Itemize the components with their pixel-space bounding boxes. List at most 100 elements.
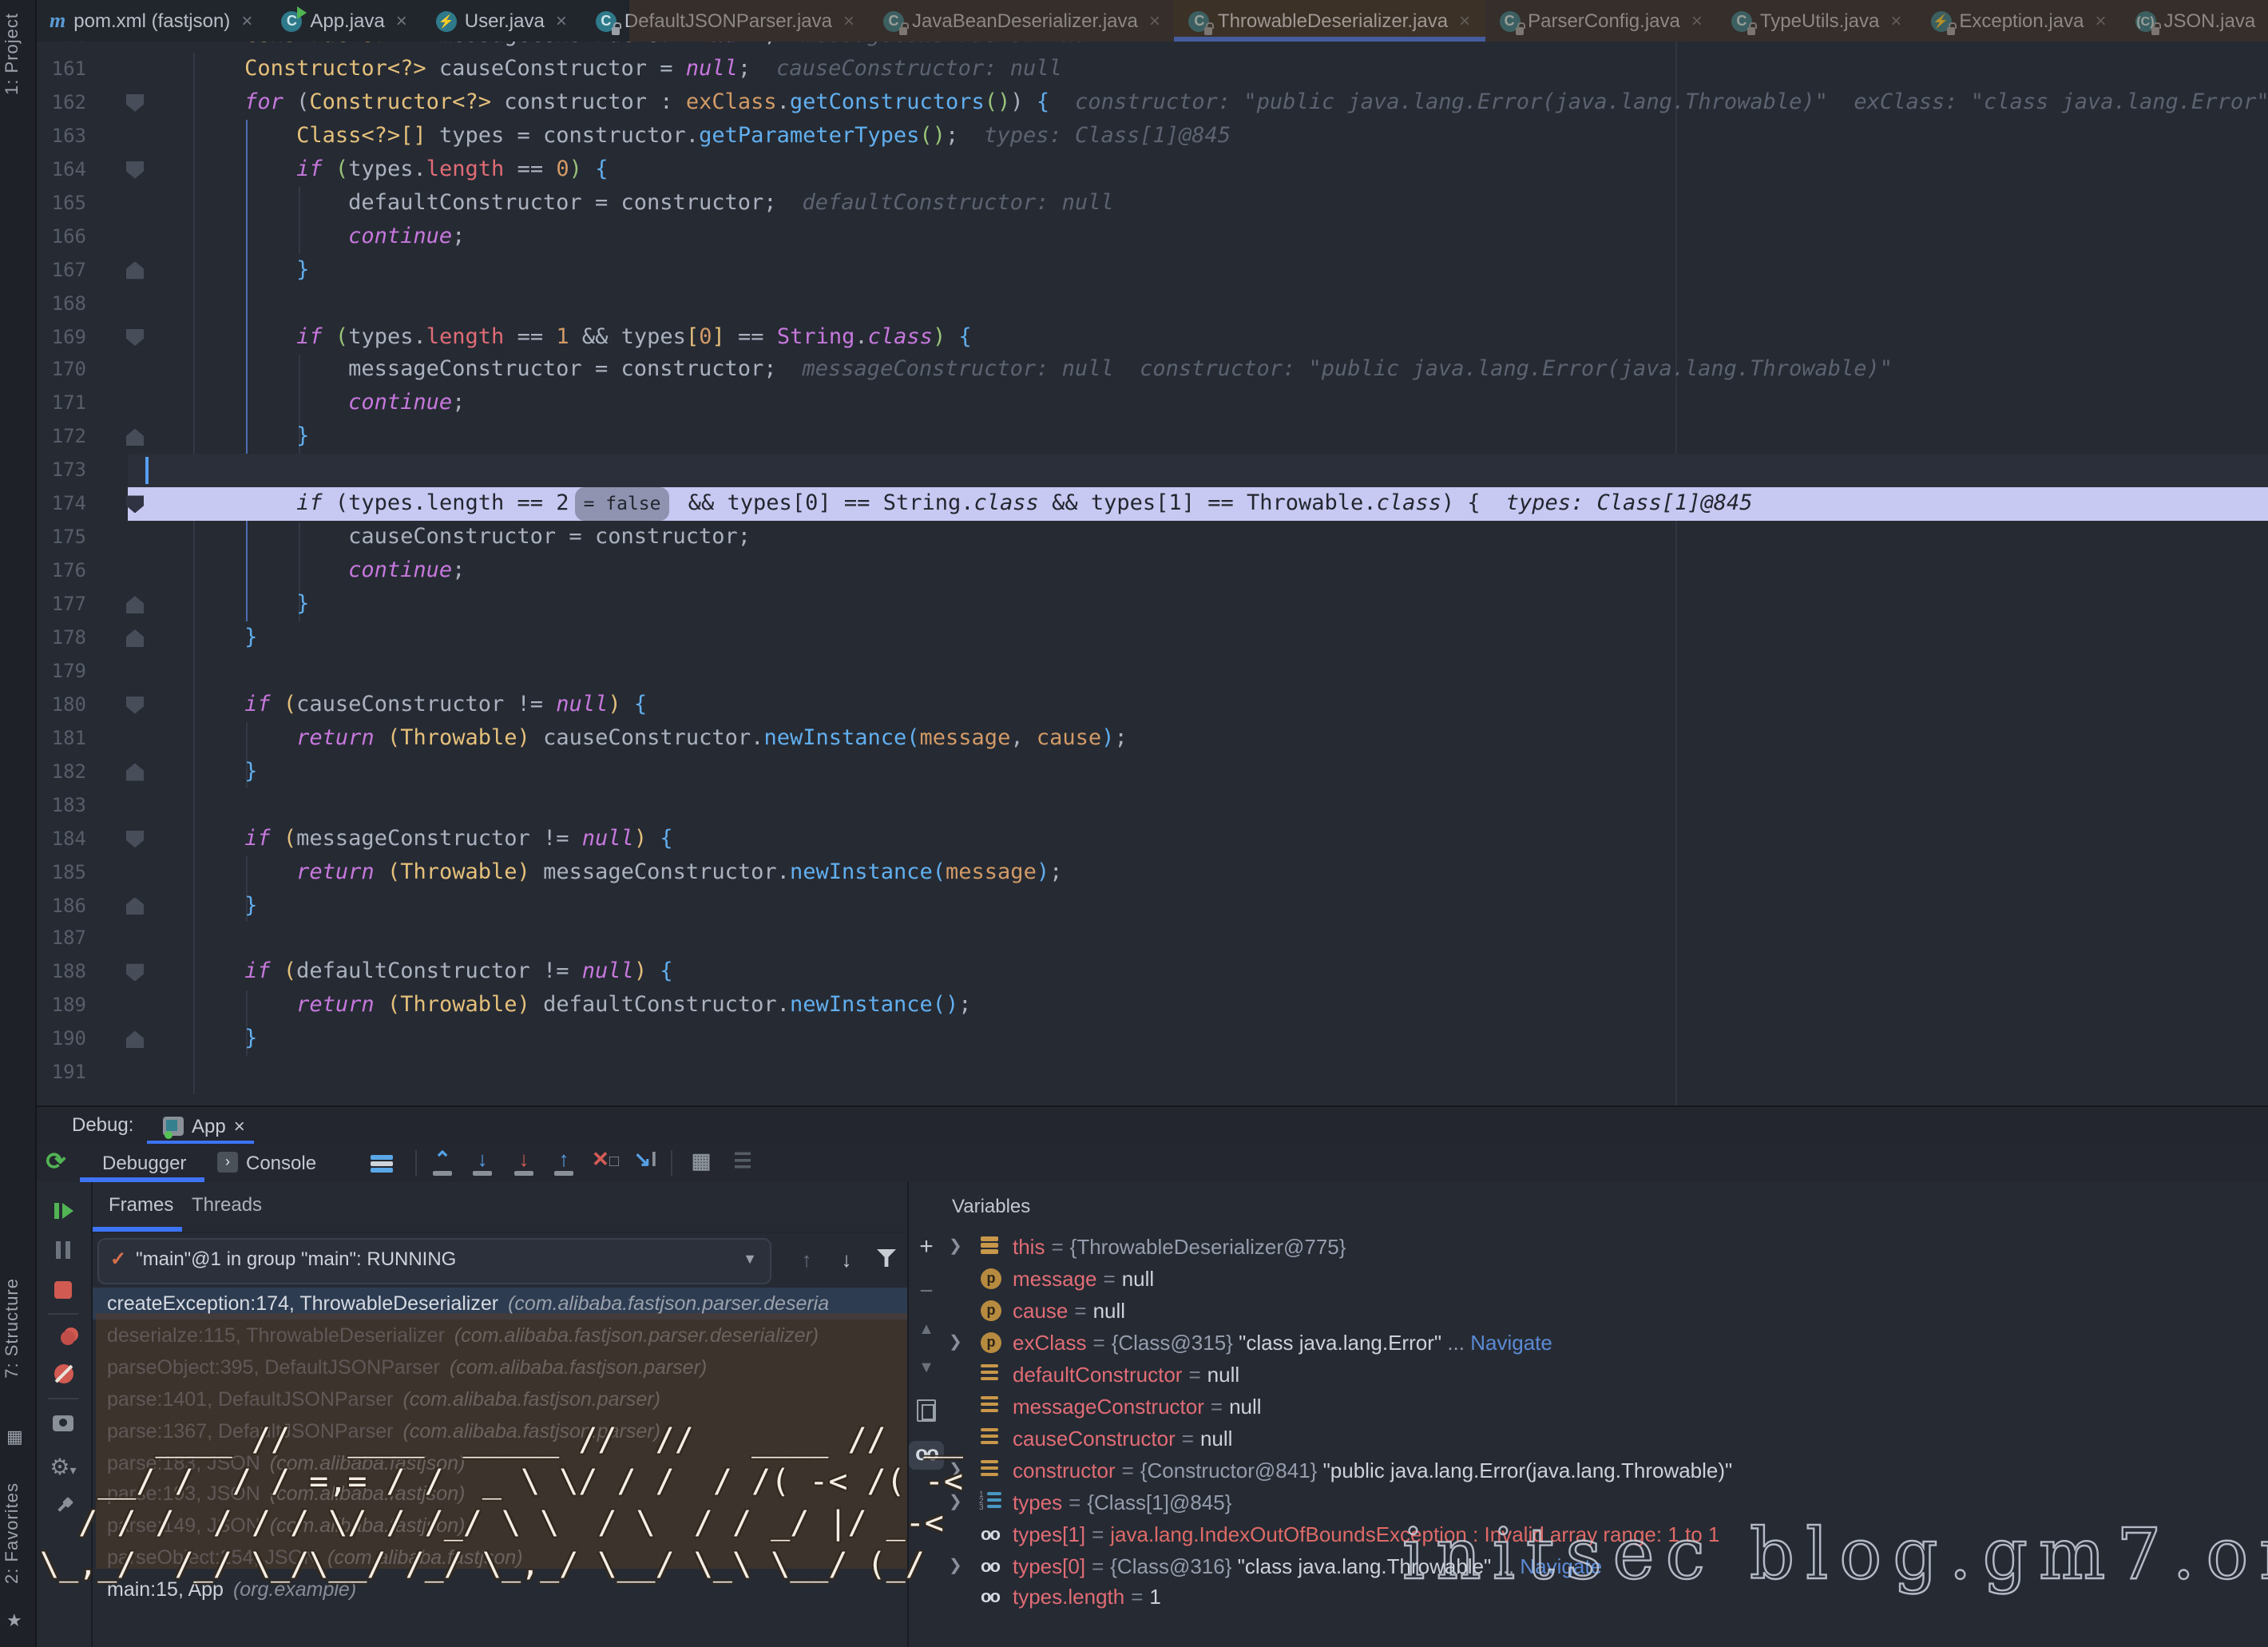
code-line[interactable]: 163 Class<?>[] types = constructor.getPa…: [35, 120, 2268, 153]
code-line[interactable]: 179: [35, 655, 2268, 689]
tab-console[interactable]: Console: [246, 1144, 316, 1182]
frame-up-icon[interactable]: ↑: [789, 1238, 824, 1281]
code-line[interactable]: 171 continue;: [35, 387, 2268, 421]
editor-tab[interactable]: CApp.java×: [267, 0, 421, 42]
show-execution-point-icon[interactable]: ⌃: [428, 1149, 457, 1177]
class-lock-icon: C: [1499, 10, 1520, 31]
rerun-icon[interactable]: ⟳: [42, 1147, 70, 1176]
code-line[interactable]: 161 Constructor<?> causeConstructor = nu…: [35, 53, 2268, 86]
debug-session-tab[interactable]: App ×: [163, 1107, 245, 1145]
code-line[interactable]: 182 }: [35, 755, 2268, 788]
variable-value: null: [1122, 1267, 1155, 1291]
code-line[interactable]: 176 continue;: [35, 554, 2268, 588]
code-line[interactable]: 175 causeConstructor = constructor;: [35, 521, 2268, 554]
move-down-icon[interactable]: ▼: [909, 1359, 944, 1377]
variable-row[interactable]: messageConstructor=null: [942, 1391, 2268, 1423]
code-line[interactable]: 168: [35, 287, 2268, 320]
variable-row[interactable]: ❯constructor={Constructor@841} "public j…: [942, 1455, 2268, 1486]
pause-icon[interactable]: [35, 1240, 91, 1264]
code-line[interactable]: 162 for (Constructor<?> constructor : ex…: [35, 86, 2268, 120]
step-out-icon[interactable]: ↑: [549, 1149, 578, 1177]
code-line[interactable]: 166 continue;: [35, 220, 2268, 253]
chevron-right-icon[interactable]: ❯: [949, 1328, 962, 1359]
editor-tab[interactable]: CTypeUtils.java×: [1717, 0, 1916, 42]
layout-settings-icon[interactable]: ☰: [728, 1149, 757, 1177]
close-icon[interactable]: ×: [396, 10, 407, 32]
code-editor[interactable]: 160 Constructor<?> messageConstructor = …: [35, 42, 2268, 1105]
step-over-icon[interactable]: ↓: [468, 1149, 497, 1177]
equals-sign: =: [1124, 1585, 1149, 1609]
variable-row[interactable]: ❯this={ThrowableDeserializer@775}: [942, 1232, 2268, 1264]
editor-tab[interactable]: CDefaultJSONParser.java×: [581, 0, 869, 42]
evaluate-expression-icon[interactable]: ▦: [687, 1149, 716, 1177]
step-into-icon[interactable]: ↓: [510, 1149, 538, 1177]
close-icon[interactable]: ×: [556, 10, 567, 32]
editor-tab[interactable]: mpom.xml (fastjson)×: [35, 0, 267, 42]
frame-down-icon[interactable]: ↓: [829, 1238, 864, 1281]
remove-watch-icon[interactable]: −: [909, 1278, 944, 1305]
editor-tab[interactable]: CJavaBeanDeserializer.java×: [869, 0, 1175, 42]
code-line[interactable]: 178 }: [35, 621, 2268, 655]
code-line[interactable]: 186 }: [35, 889, 2268, 923]
tab-threads[interactable]: Threads: [192, 1193, 262, 1216]
close-icon[interactable]: ×: [1890, 10, 1901, 32]
run-to-cursor-icon[interactable]: ↘I: [631, 1149, 660, 1177]
code-line[interactable]: 181 return (Throwable) causeConstructor.…: [35, 722, 2268, 756]
move-up-icon[interactable]: ▲: [909, 1321, 944, 1339]
code-line[interactable]: 191: [35, 1056, 2268, 1089]
code-line[interactable]: 190 }: [35, 1023, 2268, 1057]
editor-tab[interactable]: CParserConfig.java×: [1485, 0, 1717, 42]
drop-frame-icon[interactable]: ✕□: [591, 1149, 620, 1177]
chevron-right-icon[interactable]: ❯: [949, 1232, 962, 1264]
code-line[interactable]: 184 if (messageConstructor != null) {: [35, 822, 2268, 855]
variable-row[interactable]: pcause=null: [942, 1296, 2268, 1328]
close-icon[interactable]: ×: [1691, 10, 1703, 32]
code-line[interactable]: 187: [35, 923, 2268, 956]
code-line[interactable]: 174 if (types.length == 2= false && type…: [35, 487, 2268, 521]
code-line[interactable]: 165 defaultConstructor = constructor;def…: [35, 187, 2268, 220]
mute-breakpoints-icon[interactable]: [35, 1364, 91, 1388]
sidebar-item-structure[interactable]: 7: Structure: [3, 1278, 22, 1379]
code-line[interactable]: 177 }: [35, 588, 2268, 621]
variable-row[interactable]: defaultConstructor=null: [942, 1359, 2268, 1391]
code-line[interactable]: 185 return (Throwable) messageConstructo…: [35, 855, 2268, 889]
resume-icon[interactable]: [35, 1201, 91, 1225]
variable-row[interactable]: ❯pexClass={Class@315} "class java.lang.E…: [942, 1328, 2268, 1359]
equals-sign: =: [1204, 1395, 1229, 1419]
code-line[interactable]: 183: [35, 788, 2268, 822]
view-breakpoints-icon[interactable]: [35, 1326, 91, 1350]
tab-debugger[interactable]: Debugger: [102, 1144, 186, 1182]
code-line[interactable]: 169 if (types.length == 1 && types[0] ==…: [35, 320, 2268, 354]
stop-icon[interactable]: [35, 1280, 91, 1304]
code-line[interactable]: 160 Constructor<?> messageConstructor = …: [35, 42, 2268, 53]
editor-tab[interactable]: ⚡Exception.java×: [1916, 0, 2120, 42]
filter-icon[interactable]: [869, 1238, 904, 1281]
code-line[interactable]: 167 }: [35, 253, 2268, 287]
code-line[interactable]: 188 if (defaultConstructor != null) {: [35, 956, 2268, 990]
code-line[interactable]: 189 return (Throwable) defaultConstructo…: [35, 990, 2268, 1023]
code-line[interactable]: 164 if (types.length == 0) {: [35, 153, 2268, 187]
close-icon[interactable]: ×: [234, 1115, 245, 1137]
thread-selector[interactable]: ✓"main"@1 in group "main": RUNNING ▼: [97, 1238, 771, 1284]
editor-tab[interactable]: ⚡User.java×: [422, 0, 581, 42]
variable-row[interactable]: pmessage=null: [942, 1264, 2268, 1296]
equals-sign: =: [1085, 1522, 1110, 1546]
tab-frames[interactable]: Frames: [109, 1193, 173, 1216]
close-icon[interactable]: ×: [1459, 10, 1470, 32]
code-text: }: [141, 755, 257, 788]
sidebar-item-project[interactable]: 1: Project: [3, 13, 22, 95]
close-icon[interactable]: ×: [2095, 10, 2106, 32]
code-line[interactable]: 172 }: [35, 421, 2268, 454]
sidebar-item-favorites[interactable]: 2: Favorites: [3, 1482, 22, 1584]
code-line[interactable]: 170 messageConstructor = constructor;mes…: [35, 354, 2268, 387]
code-line[interactable]: 173: [35, 454, 2268, 488]
layout-menu-icon[interactable]: [371, 1155, 393, 1174]
variable-row[interactable]: causeConstructor=null: [942, 1423, 2268, 1455]
close-icon[interactable]: ×: [241, 10, 252, 32]
editor-tab[interactable]: (C)JSON.java×: [2120, 0, 2268, 42]
add-watch-icon[interactable]: +: [909, 1233, 944, 1260]
close-icon[interactable]: ×: [1149, 10, 1160, 32]
code-line[interactable]: 180 if (causeConstructor != null) {: [35, 689, 2268, 722]
editor-tab[interactable]: CThrowableDeserializer.java×: [1175, 0, 1485, 42]
close-icon[interactable]: ×: [843, 10, 854, 32]
